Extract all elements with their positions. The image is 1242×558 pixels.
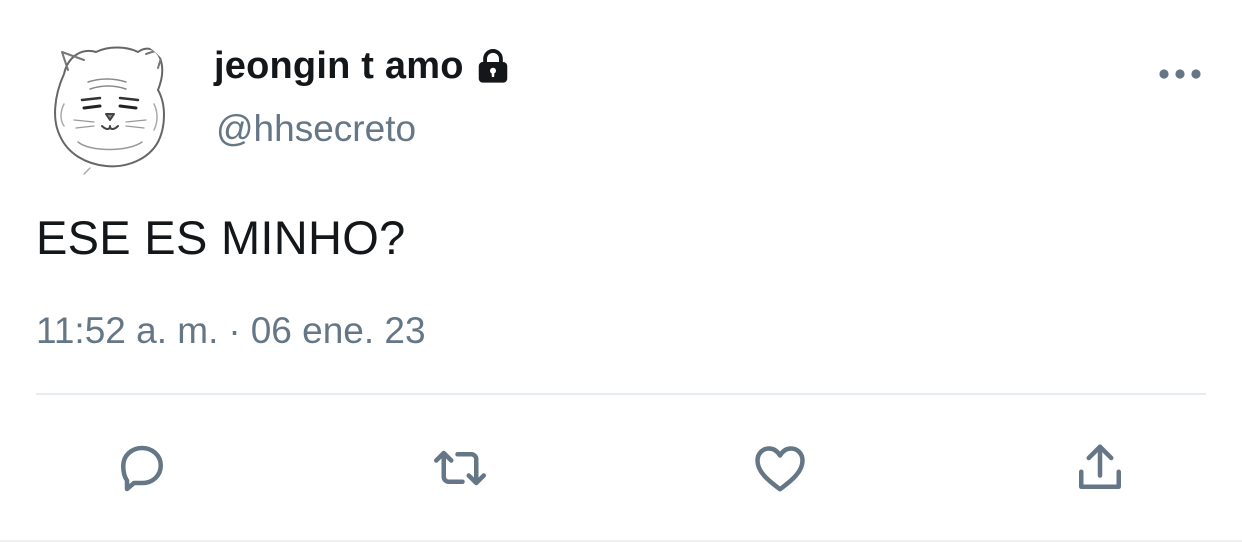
retweet-icon [434,450,486,486]
retweet-button[interactable] [428,436,492,500]
share-icon [1079,444,1121,489]
heart-icon [755,446,805,492]
lock-icon [474,47,512,85]
divider [36,393,1206,395]
cat-face-avatar-image [54,46,165,175]
user-handle[interactable]: @hhsecreto [216,108,416,150]
reply-icon [121,445,163,492]
meta-separator: · [228,310,241,351]
display-name[interactable]: jeongin t amo [214,45,464,88]
avatar[interactable] [34,34,180,180]
more-options-icon [1159,69,1201,79]
tweet-timestamp[interactable]: 11:52 a. m. · 06 ene. 23 [36,310,426,352]
bottom-divider [0,540,1242,542]
more-options-button[interactable] [1152,56,1208,92]
tweet-text: ESE ES MINHO? [36,211,406,264]
tweet-date: 06 ene. 23 [250,310,426,351]
display-name-row[interactable]: jeongin t amo [214,38,512,94]
like-button[interactable] [748,436,812,500]
share-button[interactable] [1068,436,1132,500]
reply-button[interactable] [110,436,174,500]
tweet-time: 11:52 a. m. [36,310,219,351]
